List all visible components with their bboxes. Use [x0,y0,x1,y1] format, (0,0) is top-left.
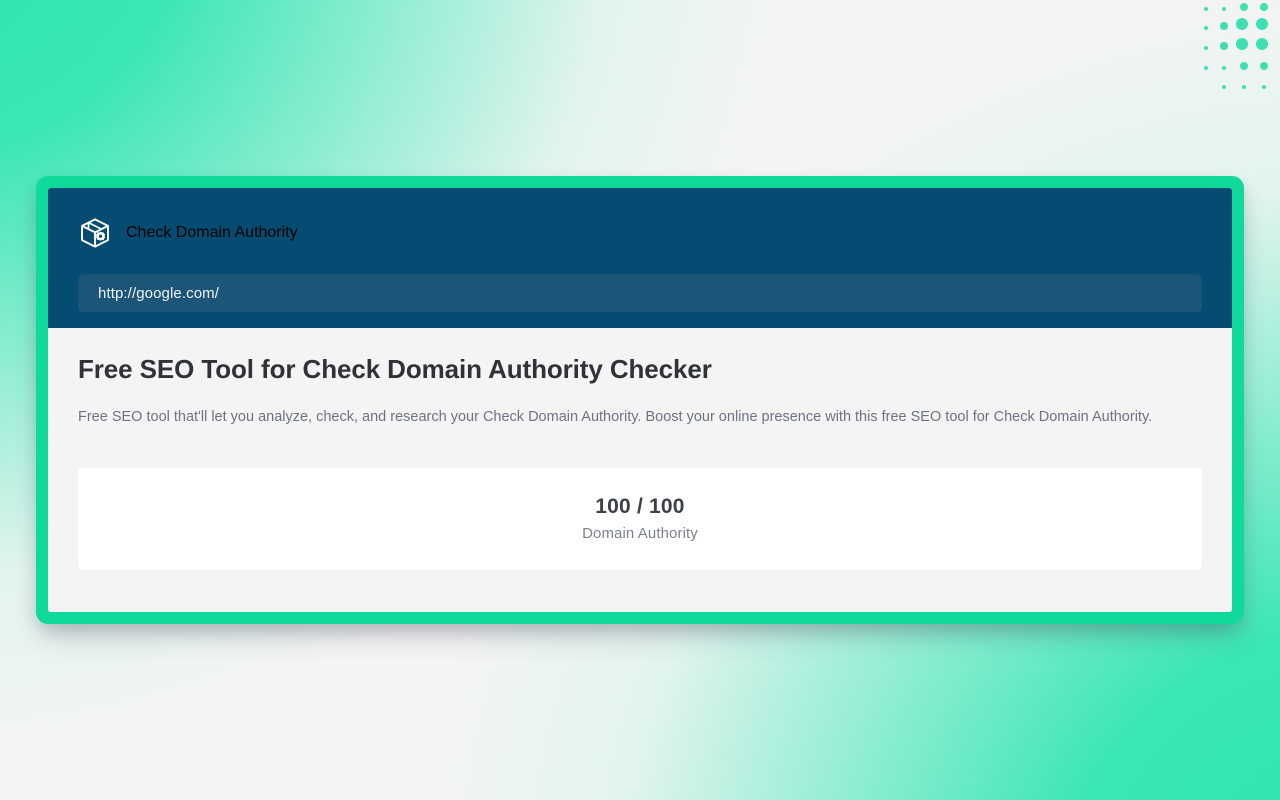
header-brand: Check Domain Authority [78,210,1202,256]
decorative-dot [1220,22,1228,30]
decorative-dot [1259,2,1269,12]
app-body: Free SEO Tool for Check Domain Authority… [48,328,1232,612]
decorative-dot [1204,7,1208,11]
decorative-dot [1260,62,1268,70]
decorative-dot [1221,6,1227,12]
decorative-dot [1240,62,1248,70]
url-bar-container: http://google.com/ [48,256,1232,328]
app-title: Check Domain Authority [126,224,298,241]
decorative-dot [1255,37,1269,51]
result-card: 100 / 100 Domain Authority [78,467,1202,570]
page-description: Free SEO tool that'll let you analyze, c… [78,409,1153,426]
decorative-dot [1203,45,1209,51]
decorative-dot [1241,84,1247,90]
app-card-frame: Check Domain Authority http://google.com… [36,176,1244,624]
decorative-dot [1222,85,1226,89]
package-gear-icon [81,218,109,248]
decorative-dot [1239,2,1249,12]
app-card: Check Domain Authority http://google.com… [48,188,1232,612]
page-title: Free SEO Tool for Check Domain Authority… [78,354,712,384]
decorative-dot [1235,37,1249,51]
app-header: Check Domain Authority [48,188,1232,256]
decorative-dot [1235,17,1249,31]
decorative-dot [1203,25,1209,31]
url-input[interactable]: http://google.com/ [78,274,1202,312]
decorative-dot [1204,66,1208,70]
domain-authority-score: 100 / 100 [595,495,685,519]
decorative-dot [1220,42,1228,50]
decorative-dot [1221,65,1227,71]
url-input-value: http://google.com/ [98,284,220,302]
decorative-dot [1262,85,1266,89]
decorative-dot-grid [1198,0,1280,100]
domain-authority-label: Domain Authority [582,525,698,543]
decorative-dot [1255,17,1269,31]
